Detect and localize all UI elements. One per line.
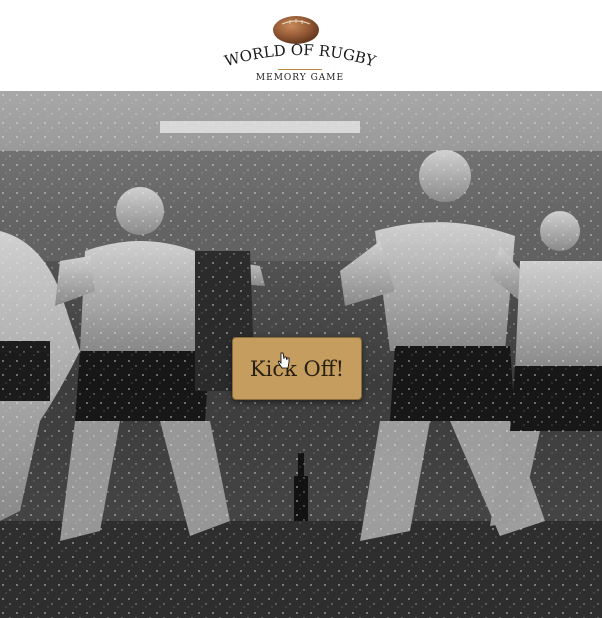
logo[interactable]: WORLD OF RUGBY MEMORY GAME <box>220 10 380 90</box>
logo-title-text: WORLD OF RUGBY <box>222 41 378 70</box>
logo-title: WORLD OF RUGBY <box>220 40 380 70</box>
page-header: WORLD OF RUGBY MEMORY GAME <box>0 0 602 91</box>
subtitle-rule <box>278 69 322 70</box>
logo-subtitle: MEMORY GAME <box>255 73 345 83</box>
kick-off-button[interactable]: Kick Off! <box>232 337 362 400</box>
svg-text:WORLD OF RUGBY: WORLD OF RUGBY <box>222 41 378 70</box>
hand-cursor-icon <box>278 352 290 369</box>
